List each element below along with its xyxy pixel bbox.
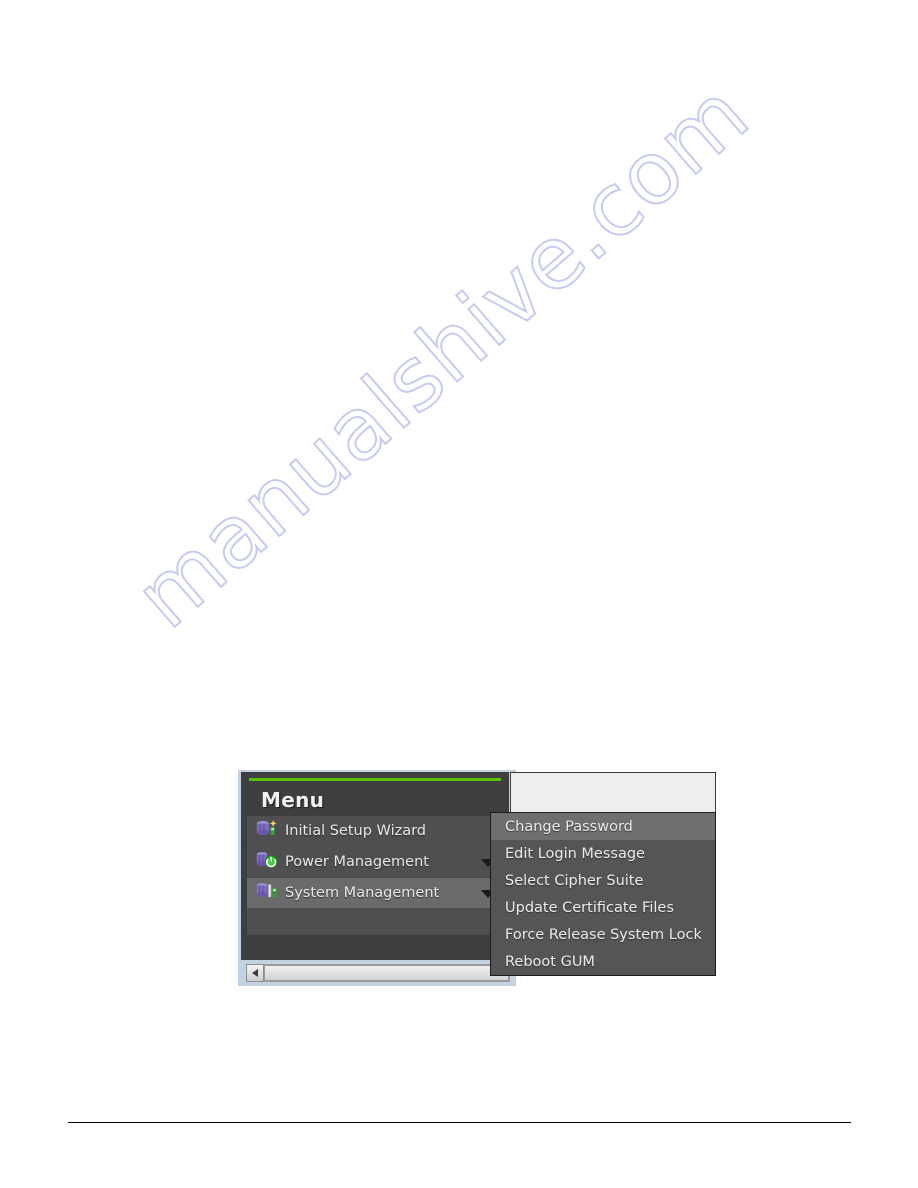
menu-title: Menu [261,788,325,812]
server-tools-icon [255,881,281,905]
server-power-icon [255,850,281,874]
menu-empty-row [247,909,509,935]
submenu-item-edit-login-message[interactable]: Edit Login Message [491,840,715,867]
menu-panel: Menu Initial Setup Wizard Power Manageme… [241,772,510,982]
menu-list: Initial Setup Wizard Power Management Sy… [247,816,509,935]
page-watermark: manualshive.com [0,0,918,1188]
content-panel [510,772,716,817]
submenu-item-label: Select Cipher Suite [505,872,644,889]
scrollbar-left-button[interactable] [246,964,264,982]
menu-item-system-management[interactable]: System Management [247,878,509,909]
scrollbar-track[interactable] [264,964,510,982]
submenu-item-reboot-gum[interactable]: Reboot GUM [491,948,715,975]
scrollbar-thumb[interactable] [264,965,509,981]
triangle-left-icon [252,969,258,977]
submenu-item-change-password[interactable]: Change Password [491,813,715,840]
menu-item-label: Initial Setup Wizard [285,823,426,839]
submenu-item-select-cipher-suite[interactable]: Select Cipher Suite [491,867,715,894]
page-footer-rule [68,1122,851,1123]
submenu-item-label: Change Password [505,818,633,835]
submenu-item-label: Edit Login Message [505,845,645,862]
submenu-item-label: Reboot GUM [505,953,595,970]
menu-item-power-management[interactable]: Power Management [247,847,509,878]
submenu-item-label: Update Certificate Files [505,899,674,916]
server-wizard-icon [255,819,281,843]
horizontal-scrollbar[interactable] [246,964,510,982]
menu-accent-line [249,778,501,781]
system-management-submenu: Change Password Edit Login Message Selec… [490,812,716,976]
menu-item-label: System Management [285,885,440,901]
menu-item-initial-setup-wizard[interactable]: Initial Setup Wizard [247,816,509,847]
menu-item-label: Power Management [285,854,429,870]
submenu-item-label: Force Release System Lock [505,926,702,943]
menu-widget: Menu Initial Setup Wizard Power Manageme… [238,770,716,986]
watermark-text: manualshive.com [116,63,769,649]
submenu-item-update-certificate-files[interactable]: Update Certificate Files [491,894,715,921]
submenu-item-force-release-system-lock[interactable]: Force Release System Lock [491,921,715,948]
